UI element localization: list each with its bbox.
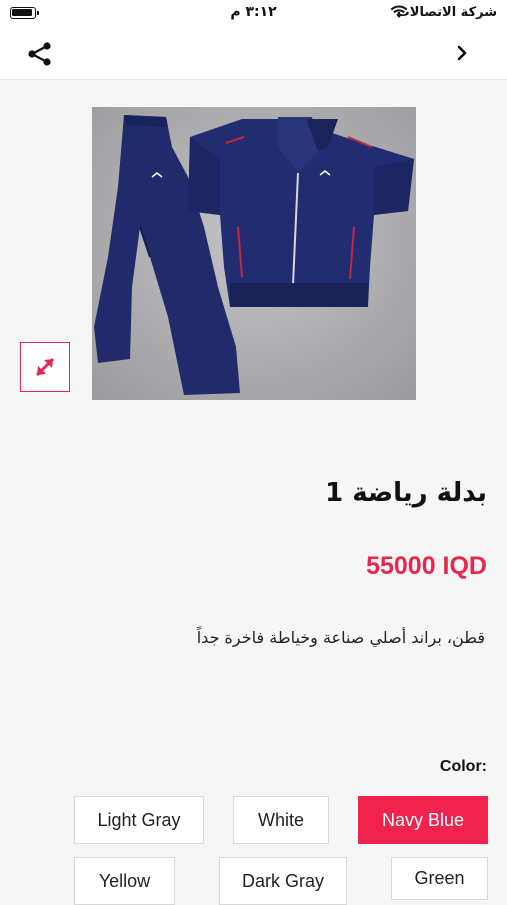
top-nav-bar — [0, 28, 507, 80]
product-image[interactable] — [92, 107, 416, 400]
expand-arrows-icon — [35, 357, 55, 377]
tracksuit-image — [92, 107, 416, 400]
carrier-name: شركة الاتصالات — [396, 5, 497, 20]
color-option-green[interactable]: Green — [391, 857, 488, 900]
color-label: Color: — [439, 758, 487, 775]
expand-image-button[interactable] — [20, 342, 70, 392]
color-option-light-gray[interactable]: Light Gray — [74, 796, 204, 844]
product-description: قطن، براند أصلي صناعة وخياطة فاخرة جداً — [196, 628, 485, 647]
color-option-white[interactable]: White — [233, 796, 329, 844]
status-bar: ٣:١٢ م شركة الاتصالات — [0, 0, 507, 28]
product-title: بدلة رياضة 1 — [325, 478, 487, 508]
color-option-dark-gray[interactable]: Dark Gray — [219, 857, 347, 905]
color-option-navy-blue[interactable]: Navy Blue — [358, 796, 488, 844]
product-price: 55000 IQD — [366, 552, 487, 580]
color-option-yellow[interactable]: Yellow — [74, 857, 175, 905]
back-chevron-icon[interactable] — [451, 41, 475, 65]
share-icon[interactable] — [26, 40, 54, 68]
